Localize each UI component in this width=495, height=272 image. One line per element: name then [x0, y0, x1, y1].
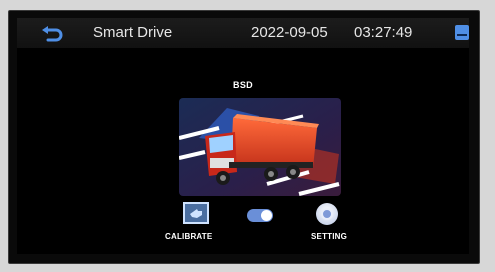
- back-arrow-icon: [42, 26, 63, 42]
- hand-pointer-icon: [190, 209, 202, 218]
- bsd-illustration[interactable]: [179, 98, 341, 196]
- calibrate-label: CALIBRATE: [165, 232, 213, 241]
- date-display: 2022-09-05: [251, 24, 328, 41]
- setting-button[interactable]: [316, 203, 338, 225]
- storage-icon: [455, 25, 469, 40]
- toggle-knob: [261, 210, 272, 221]
- calibrate-button[interactable]: [183, 202, 209, 224]
- disc-icon: [321, 208, 333, 220]
- time-display: 03:27:49: [354, 24, 413, 41]
- truck-illustration: [179, 98, 341, 196]
- bsd-toggle[interactable]: [247, 209, 273, 222]
- feature-title: BSD: [233, 80, 253, 90]
- app-title: Smart Drive: [93, 24, 173, 41]
- back-button[interactable]: [37, 23, 67, 45]
- header-bar: Smart Drive 2022-09-05 03:27:49: [17, 18, 469, 48]
- setting-label: SETTING: [311, 232, 348, 241]
- device-bezel: Smart Drive 2022-09-05 03:27:49 BSD CALI…: [8, 10, 480, 264]
- screen: Smart Drive 2022-09-05 03:27:49 BSD CALI…: [17, 18, 469, 254]
